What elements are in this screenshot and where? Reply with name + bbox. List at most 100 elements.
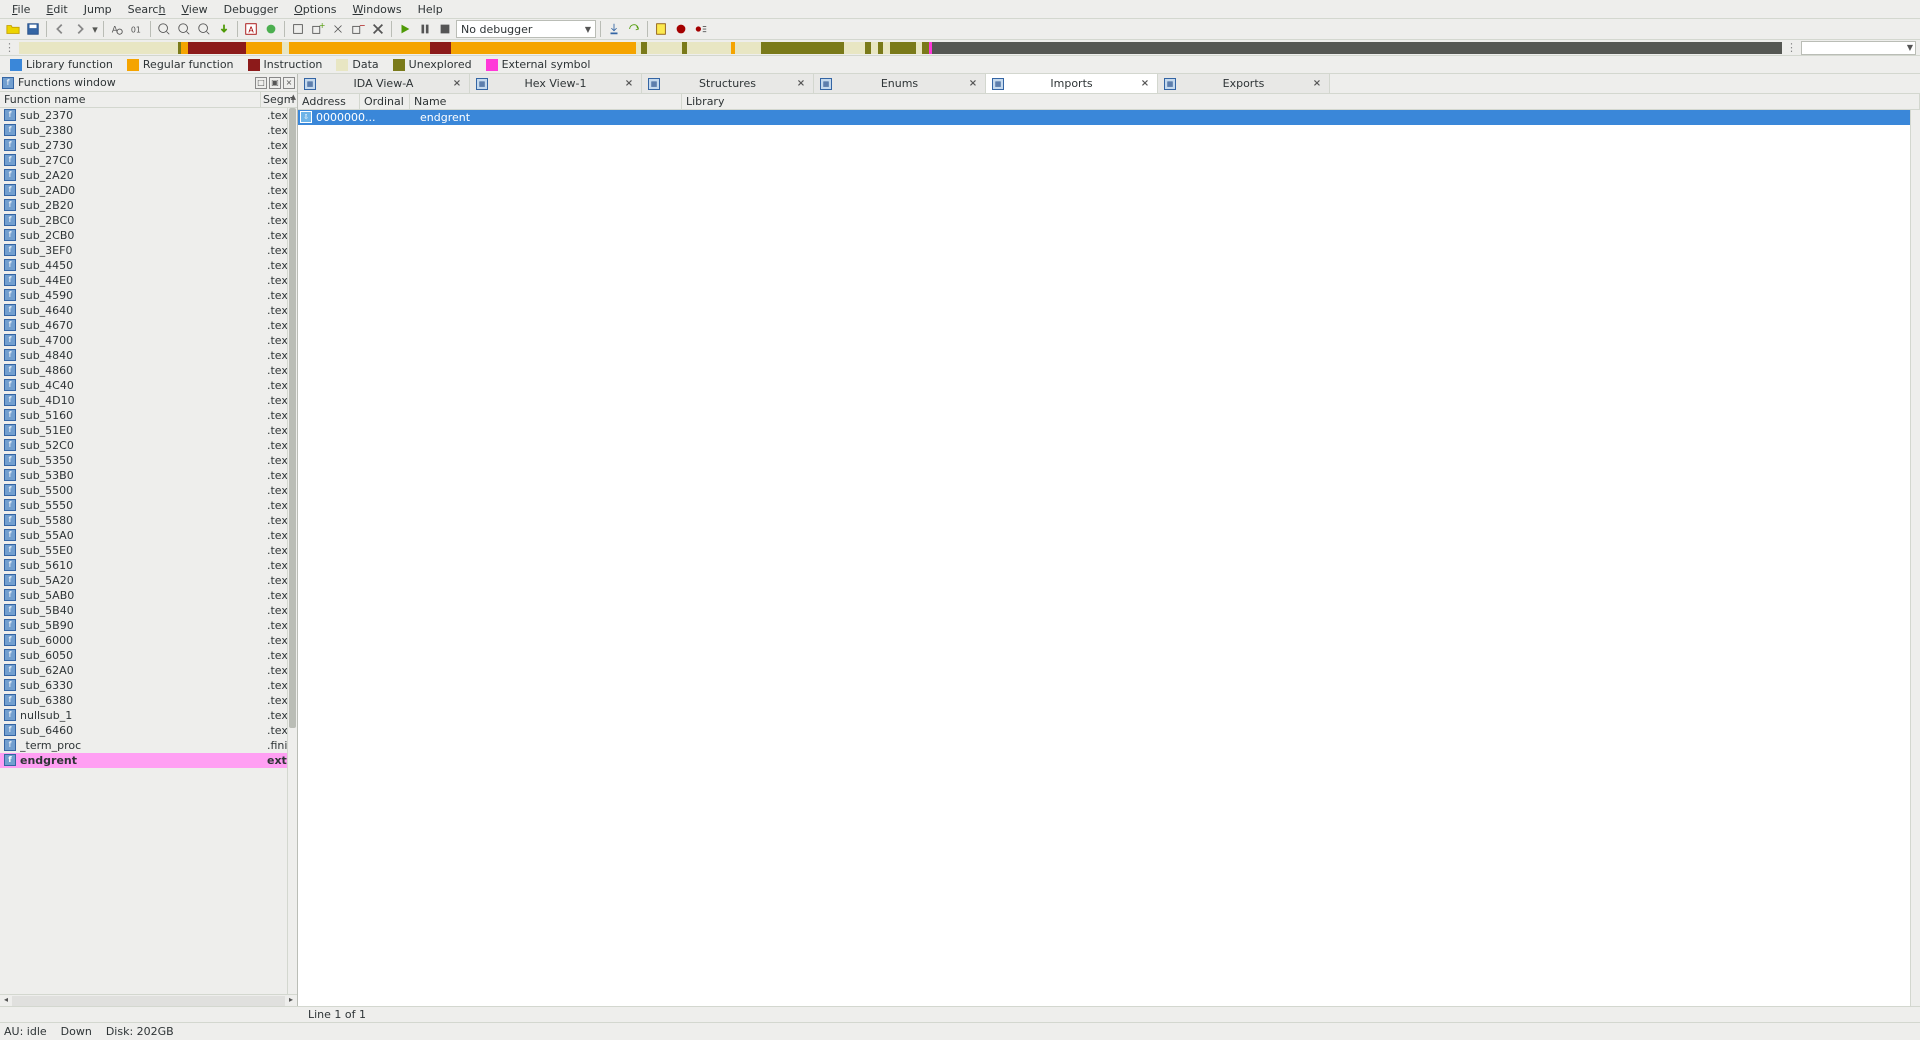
functions-columns-header[interactable]: Function name Segm▲ [0, 92, 297, 108]
function-row[interactable]: fsub_2B20.text [0, 198, 297, 213]
menu-edit[interactable]: Edit [38, 2, 75, 17]
function-row[interactable]: fsub_4670.text [0, 318, 297, 333]
function-row[interactable]: fsub_4700.text [0, 333, 297, 348]
function-row[interactable]: fsub_2A20.text [0, 168, 297, 183]
add-node-icon[interactable]: + [309, 20, 327, 38]
save-icon[interactable] [24, 20, 42, 38]
menu-windows[interactable]: Windows [345, 2, 410, 17]
function-row[interactable]: fsub_6330.text [0, 678, 297, 693]
menu-file[interactable]: File [4, 2, 38, 17]
tab-close-icon[interactable]: × [795, 78, 807, 90]
function-row[interactable]: fsub_4840.text [0, 348, 297, 363]
function-row[interactable]: fsub_5B40.text [0, 603, 297, 618]
menu-debugger[interactable]: Debugger [216, 2, 286, 17]
scrollbar-thumb[interactable] [289, 108, 296, 728]
tab-ida-view-a[interactable]: ▦IDA View-A× [298, 74, 470, 93]
tab-enums[interactable]: ▦Enums× [814, 74, 986, 93]
column-library[interactable]: Library [682, 94, 1920, 109]
tab-close-icon[interactable]: × [623, 78, 635, 90]
text-view-icon[interactable]: A [242, 20, 260, 38]
breakpoint-icon[interactable] [672, 20, 690, 38]
function-row[interactable]: fsub_55E0.text [0, 543, 297, 558]
box-node-icon[interactable] [289, 20, 307, 38]
function-row[interactable]: fsub_5610.text [0, 558, 297, 573]
function-row[interactable]: fsub_2730.text [0, 138, 297, 153]
scroll-left-icon[interactable]: ◂ [0, 995, 12, 1007]
nav-handle[interactable]: ⋮ [4, 41, 15, 54]
close-icon[interactable]: × [283, 77, 295, 89]
menu-view[interactable]: View [173, 2, 215, 17]
function-row[interactable]: fsub_6050.text [0, 648, 297, 663]
function-row[interactable]: fsub_52C0.text [0, 438, 297, 453]
nav-handle-right[interactable]: ⋮ [1786, 41, 1797, 54]
function-row[interactable]: fsub_62A0.text [0, 663, 297, 678]
function-row[interactable]: fsub_44E0.text [0, 273, 297, 288]
text-search-icon[interactable]: A [108, 20, 126, 38]
functions-list[interactable]: fsub_2370.textfsub_2380.textfsub_2730.te… [0, 108, 297, 994]
column-function-name[interactable]: Function name [0, 92, 261, 107]
tab-close-icon[interactable]: × [1311, 78, 1323, 90]
script-icon[interactable] [652, 20, 670, 38]
maximize-icon[interactable]: □ [255, 77, 267, 89]
menu-help[interactable]: Help [410, 2, 451, 17]
import-row[interactable]: ⇩0000000...endgrent [298, 110, 1920, 125]
function-row[interactable]: fsub_6000.text [0, 633, 297, 648]
function-row[interactable]: fsub_2AD0.text [0, 183, 297, 198]
functions-window-titlebar[interactable]: f Functions window □ ▣ × [0, 74, 297, 92]
menu-options[interactable]: Options [286, 2, 344, 17]
imports-columns-header[interactable]: Address Ordinal Name Library [298, 94, 1920, 110]
function-row[interactable]: fsub_4860.text [0, 363, 297, 378]
back-icon[interactable] [51, 20, 69, 38]
step-into-icon[interactable] [605, 20, 623, 38]
vertical-scrollbar[interactable] [287, 108, 297, 994]
tab-structures[interactable]: ▦Structures× [642, 74, 814, 93]
function-row[interactable]: fsub_4640.text [0, 303, 297, 318]
function-row[interactable]: fsub_5B90.text [0, 618, 297, 633]
navigation-strip[interactable] [19, 42, 1782, 54]
pause-icon[interactable] [416, 20, 434, 38]
cut-node-icon[interactable] [329, 20, 347, 38]
back-menu-arrow-icon[interactable]: ▾ [91, 20, 99, 38]
function-row[interactable]: fsub_2370.text [0, 108, 297, 123]
step-over-icon[interactable] [625, 20, 643, 38]
tab-close-icon[interactable]: × [451, 78, 463, 90]
horizontal-scrollbar[interactable]: ◂ ▸ [0, 994, 297, 1006]
column-address[interactable]: Address [298, 94, 360, 109]
zoom-in-icon[interactable] [155, 20, 173, 38]
tab-close-icon[interactable]: × [967, 78, 979, 90]
function-row[interactable]: fsub_53B0.text [0, 468, 297, 483]
function-row[interactable]: fnullsub_1.text [0, 708, 297, 723]
function-row[interactable]: fsub_55A0.text [0, 528, 297, 543]
stop-icon[interactable] [436, 20, 454, 38]
function-row[interactable]: fsub_4450.text [0, 258, 297, 273]
function-row[interactable]: fsub_27C0.text [0, 153, 297, 168]
tab-imports[interactable]: ▦Imports× [986, 74, 1158, 93]
function-row[interactable]: fsub_5500.text [0, 483, 297, 498]
menu-search[interactable]: Search [120, 2, 174, 17]
function-row[interactable]: fsub_5550.text [0, 498, 297, 513]
function-row[interactable]: fsub_2CB0.text [0, 228, 297, 243]
binary-search-icon[interactable]: 01 [128, 20, 146, 38]
function-row[interactable]: fsub_5350.text [0, 453, 297, 468]
remove-node-icon[interactable]: − [349, 20, 367, 38]
function-row[interactable]: fsub_2380.text [0, 123, 297, 138]
function-row[interactable]: fsub_2BC0.text [0, 213, 297, 228]
down-arrow-icon[interactable] [215, 20, 233, 38]
tab-hex-view-1[interactable]: ▦Hex View-1× [470, 74, 642, 93]
delete-icon[interactable] [369, 20, 387, 38]
column-segment[interactable]: Segm▲ [261, 92, 297, 107]
breakpoint-list-icon[interactable] [692, 20, 710, 38]
forward-icon[interactable] [71, 20, 89, 38]
scroll-right-icon[interactable]: ▸ [285, 995, 297, 1007]
function-row[interactable]: fsub_4D10.text [0, 393, 297, 408]
function-row[interactable]: fsub_6460.text [0, 723, 297, 738]
zoom-out-icon[interactable] [195, 20, 213, 38]
green-circle-icon[interactable] [262, 20, 280, 38]
column-name[interactable]: Name [410, 94, 682, 109]
function-row[interactable]: fsub_5AB0.text [0, 588, 297, 603]
function-row[interactable]: fsub_3EF0.text [0, 243, 297, 258]
function-row[interactable]: fendgrentexte [0, 753, 297, 768]
column-ordinal[interactable]: Ordinal [360, 94, 410, 109]
imports-list[interactable]: ⇩0000000...endgrent [298, 110, 1920, 1006]
tab-exports[interactable]: ▦Exports× [1158, 74, 1330, 93]
